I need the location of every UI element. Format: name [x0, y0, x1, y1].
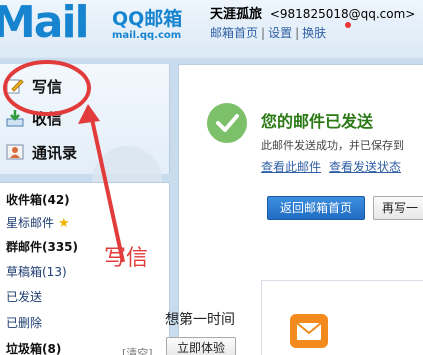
pencil-icon	[6, 77, 24, 95]
clear-spam-button[interactable]: [清空]	[122, 345, 153, 355]
notification-dot	[345, 22, 351, 28]
folder-starred[interactable]: 星标邮件 ★	[6, 214, 70, 231]
receive-button[interactable]: 收信	[6, 106, 62, 130]
sent-description: 此邮件发送成功，并已保存到	[261, 139, 404, 152]
logo-brand: QQ邮箱	[112, 8, 183, 30]
user-name: 天涯孤旅	[210, 7, 263, 22]
mail-app-icon	[290, 314, 328, 348]
link-settings[interactable]: 设置	[268, 26, 292, 40]
folder-inbox[interactable]: 收件箱(42)	[6, 191, 70, 208]
folder-deleted[interactable]: 已删除	[6, 314, 42, 331]
success-check-icon	[207, 103, 247, 143]
separator: |	[295, 26, 300, 40]
promo-box	[261, 280, 423, 355]
write-another-button[interactable]: 再写一	[373, 196, 423, 220]
sidebar-actions: 写信 收信 通讯录	[0, 64, 170, 216]
folder-group-mail[interactable]: 群邮件(335)	[6, 238, 78, 255]
logo-domain: mail.qq.com	[112, 30, 182, 41]
star-icon: ★	[58, 216, 70, 231]
folder-spam[interactable]: 垃圾箱(8)	[6, 340, 61, 355]
promo-text: 想第一时间	[165, 312, 235, 328]
link-mail-home[interactable]: 邮箱首页	[210, 26, 258, 40]
back-to-home-button[interactable]: 返回邮箱首页	[267, 196, 365, 220]
sent-title: 您的邮件已发送	[261, 112, 374, 131]
folder-sent[interactable]: 已发送	[6, 288, 42, 305]
folder-list: 收件箱(42) 星标邮件 ★ 群邮件(335) 草稿箱(13) 已发送 已删除 垃…	[0, 182, 170, 355]
user-email: <981825018@qq.com>	[269, 7, 416, 21]
user-info: 天涯孤旅 <981825018@qq.com>	[210, 3, 415, 22]
link-change-skin[interactable]: 换肤	[302, 26, 326, 40]
top-links: 邮箱首页 | 设置 | 换肤	[210, 24, 326, 41]
contacts-icon	[6, 143, 24, 161]
qq-mail-logo[interactable]: Mail	[0, 0, 110, 48]
separator: |	[261, 26, 266, 40]
header: Mail QQ邮箱 mail.qq.com 天涯孤旅 <981825018@qq…	[0, 0, 423, 58]
contacts-button[interactable]: 通讯录	[6, 140, 77, 164]
try-now-button[interactable]: 立即体验	[166, 337, 236, 355]
sent-links: 查看此邮件 查看发送状态	[261, 158, 409, 175]
view-send-status-link[interactable]: 查看发送状态	[329, 160, 401, 174]
inbox-download-icon	[6, 109, 24, 127]
folder-drafts[interactable]: 草稿箱(13)	[6, 263, 67, 280]
view-this-mail-link[interactable]: 查看此邮件	[261, 160, 321, 174]
compose-button[interactable]: 写信	[6, 74, 62, 98]
